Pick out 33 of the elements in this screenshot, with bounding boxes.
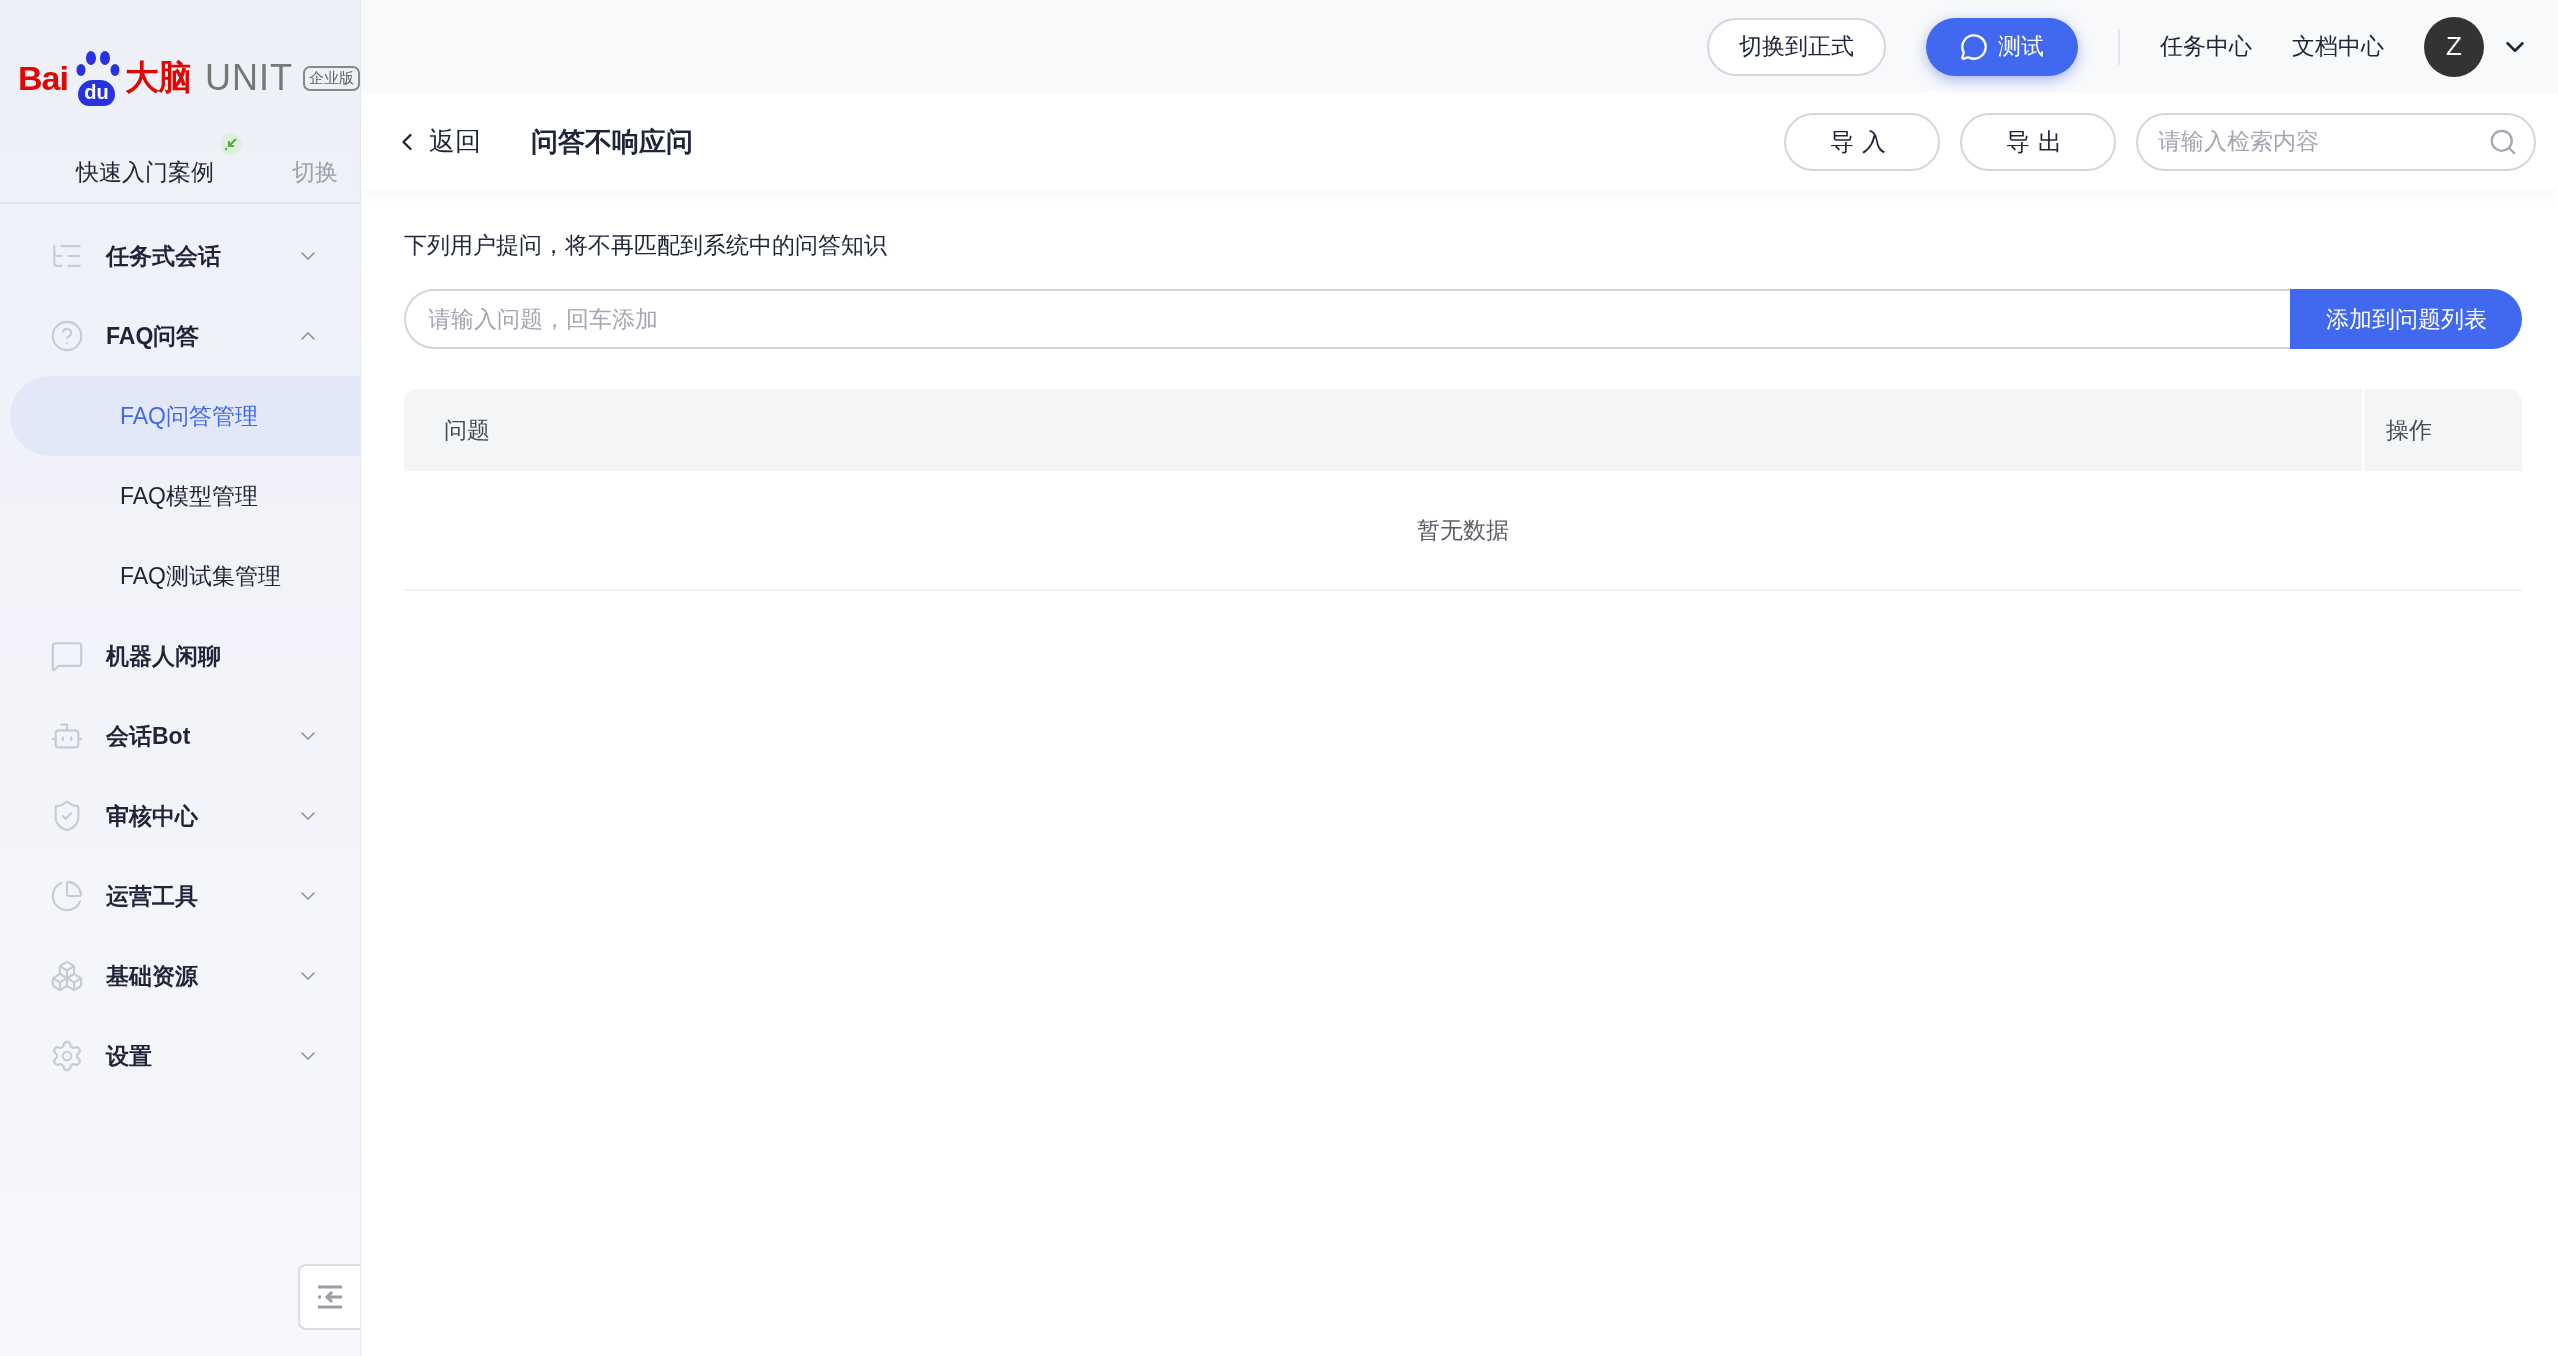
nav-item[interactable]: 运营工具	[0, 856, 360, 936]
description-text: 下列用户提问，将不再匹配到系统中的问答知识	[404, 231, 888, 260]
nav-item[interactable]: 任务式会话	[0, 216, 360, 296]
add-button[interactable]: 添加到问题列表	[2290, 289, 2522, 349]
nav-subitem[interactable]: FAQ模型管理	[10, 456, 360, 536]
nav-item[interactable]: 审核中心	[0, 776, 360, 856]
nav-item[interactable]: 设置	[0, 1016, 360, 1096]
nav-item[interactable]: FAQ问答	[0, 296, 360, 376]
nav-item[interactable]: 基础资源	[0, 936, 360, 1016]
page-title: 问答不响应问	[531, 125, 694, 159]
nav-item[interactable]: 会话Bot	[0, 696, 360, 776]
nav-subitem[interactable]: FAQ问答管理	[10, 376, 360, 456]
product-name: UNIT	[205, 57, 293, 99]
workspace-name: 快速入门案例	[76, 157, 214, 187]
logo-text: 大脑	[125, 57, 191, 98]
empty-text: 暂无数据	[1417, 515, 1509, 545]
avatar[interactable]: Z	[2424, 16, 2484, 77]
top-link[interactable]: 文档中心	[2292, 31, 2384, 62]
column-header: 问题	[443, 415, 491, 445]
back-link[interactable]: 返回	[393, 124, 481, 159]
test-button[interactable]: 测试	[1926, 17, 2078, 76]
nav-subitem[interactable]: FAQ测试集管理	[10, 536, 360, 616]
question-field[interactable]: 请输入问题，回车添加	[404, 289, 2290, 349]
column-header: 操作	[2362, 389, 2522, 471]
logo-text: du	[78, 80, 115, 106]
top-link[interactable]: 任务中心	[2160, 31, 2252, 62]
nav-item[interactable]: 机器人闲聊	[0, 616, 360, 696]
search-field[interactable]: 请输入检索内容	[2136, 112, 2536, 171]
header-button[interactable]: 导出	[1960, 112, 2116, 171]
header-button[interactable]: 导入	[1784, 112, 1940, 171]
switch-button[interactable]: 切换到正式	[1707, 17, 1886, 76]
logo-text: Bai	[18, 58, 68, 98]
edition-badge: 企业版	[303, 65, 360, 91]
